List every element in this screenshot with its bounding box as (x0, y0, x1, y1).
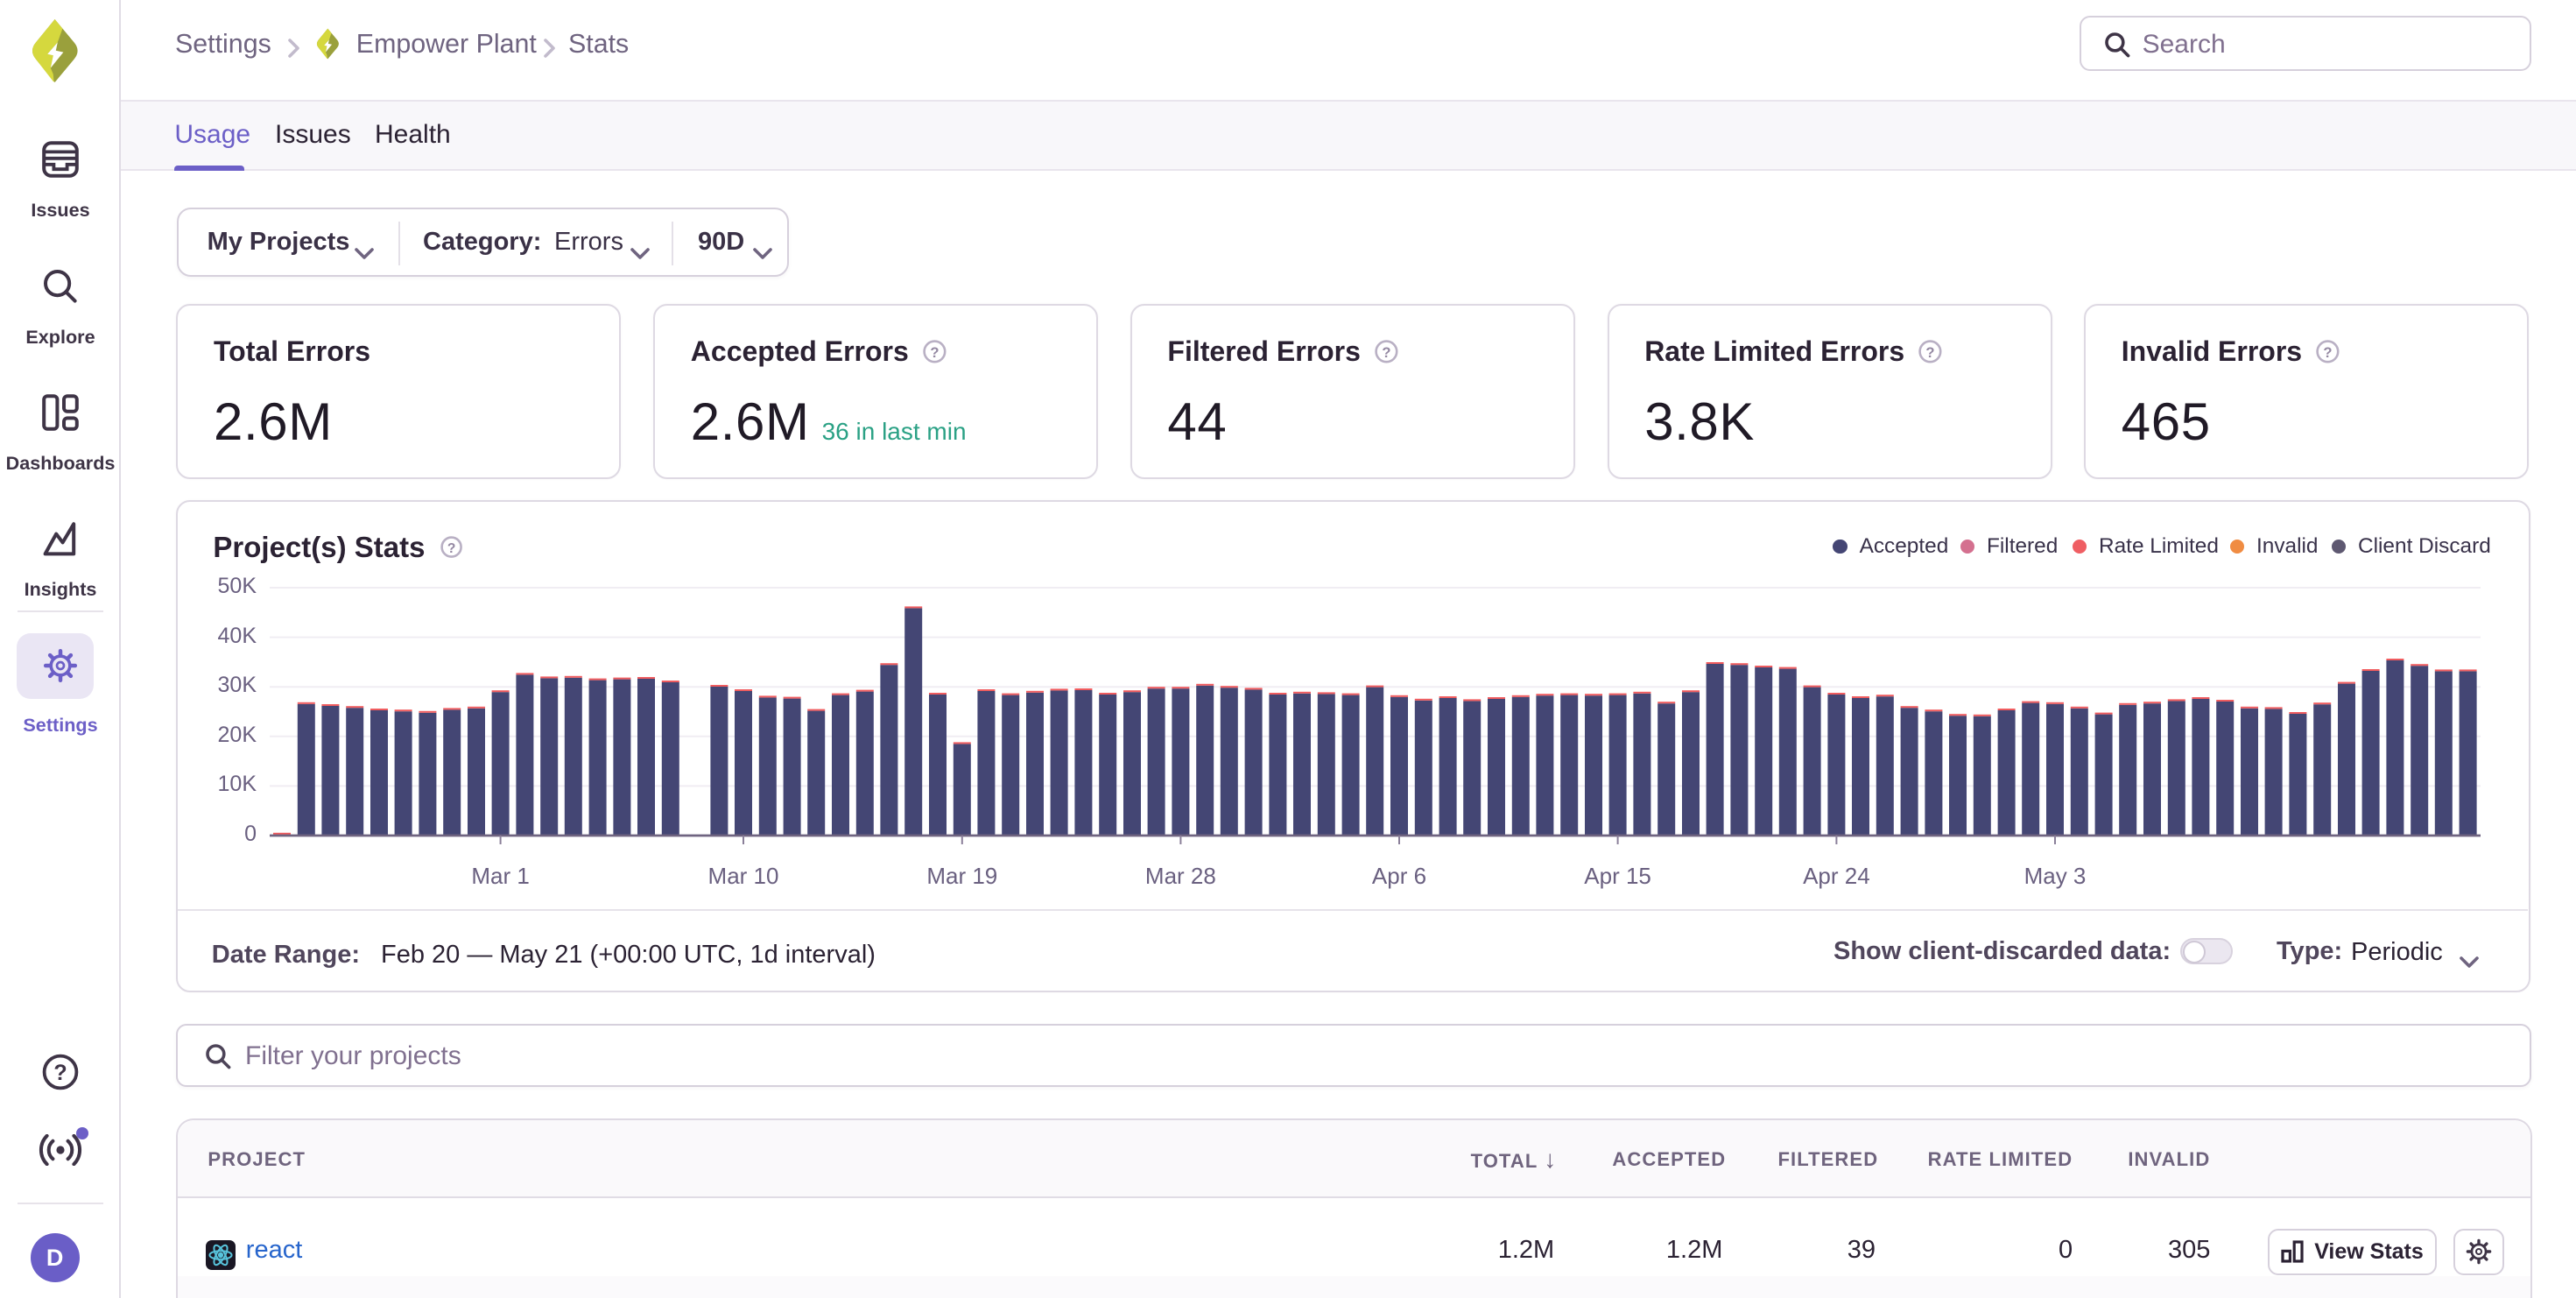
svg-text:?: ? (2323, 344, 2332, 361)
svg-text:?: ? (1382, 344, 1390, 361)
svg-text:?: ? (930, 344, 939, 361)
svg-text:?: ? (53, 1061, 67, 1085)
svg-text:?: ? (1925, 344, 1934, 361)
